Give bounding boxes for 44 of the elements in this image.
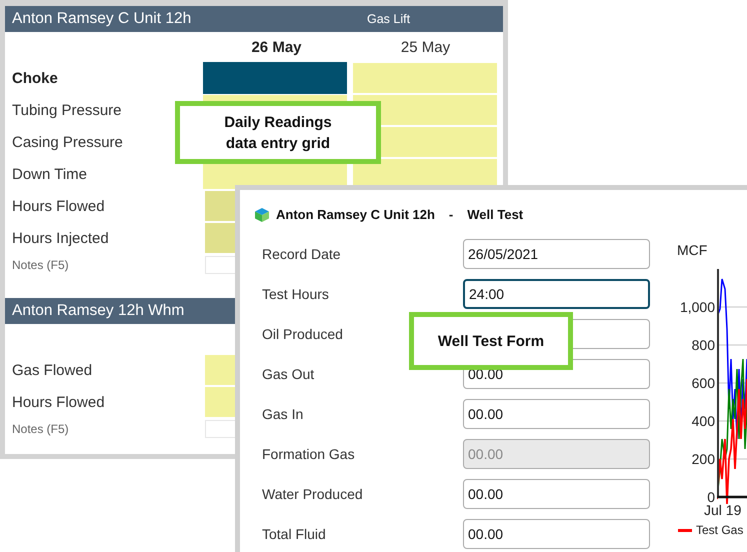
- selected-cell[interactable]: [203, 62, 348, 94]
- axis-tick-label: 200: [692, 450, 715, 469]
- field-label: Formation Gas: [262, 445, 355, 464]
- field-label: Oil Produced: [262, 325, 343, 344]
- section-title: Anton Ramsey 12h Whm: [12, 302, 186, 320]
- date-column-header[interactable]: 25 May: [354, 38, 497, 56]
- form-name: Well Test: [467, 207, 524, 222]
- row-label: Hours Flowed: [11, 198, 106, 214]
- axis-tick-label: 800: [692, 336, 715, 355]
- row-label: Casing Pressure: [11, 134, 124, 150]
- field-label: Test Hours: [262, 285, 329, 304]
- cube-icon: [254, 206, 270, 222]
- row-label: Tubing Pressure: [11, 102, 122, 118]
- input-cell[interactable]: [353, 63, 497, 93]
- row-label: Notes (F5): [11, 258, 70, 272]
- axis-tick-label: Jul 19: [704, 502, 742, 518]
- row-label: Choke: [11, 70, 59, 86]
- field-label: Record Date: [262, 245, 341, 264]
- input-field[interactable]: 00.00: [463, 399, 650, 429]
- row-label: Notes (F5): [11, 422, 70, 436]
- legend-label: Test Gas: [696, 523, 744, 537]
- date-column-header[interactable]: 26 May: [205, 38, 348, 56]
- row-label: Hours Injected: [11, 230, 110, 246]
- axis-tick-label: 400: [692, 412, 715, 431]
- section-title: Anton Ramsey C Unit 12h: [12, 10, 192, 28]
- input-field[interactable]: 00.00: [463, 519, 650, 549]
- axis-tick-label: 1,000: [680, 298, 715, 317]
- field-label: Gas Out: [262, 365, 314, 384]
- input-field[interactable]: 26/05/2021: [463, 239, 650, 269]
- field-label: Total Fluid: [262, 525, 326, 544]
- axis-tick-label: 600: [692, 374, 715, 393]
- input-field[interactable]: 24:00: [463, 279, 650, 309]
- window-title: Anton Ramsey C Unit 12h: [276, 207, 435, 222]
- field-label: Water Produced: [262, 485, 363, 504]
- field-label: Gas In: [262, 405, 304, 424]
- axis-unit: MCF: [677, 242, 708, 258]
- row-label: Hours Flowed: [11, 394, 106, 410]
- callout-text: Well Test Form: [438, 332, 544, 352]
- input-field[interactable]: 00.00: [463, 479, 650, 509]
- callout-text: Daily Readings data entry grid: [224, 112, 332, 154]
- row-label: Gas Flowed: [11, 362, 94, 378]
- row-label: Down Time: [11, 166, 88, 182]
- section-subtitle: Gas Lift: [367, 12, 410, 26]
- title-separator: -: [448, 207, 454, 222]
